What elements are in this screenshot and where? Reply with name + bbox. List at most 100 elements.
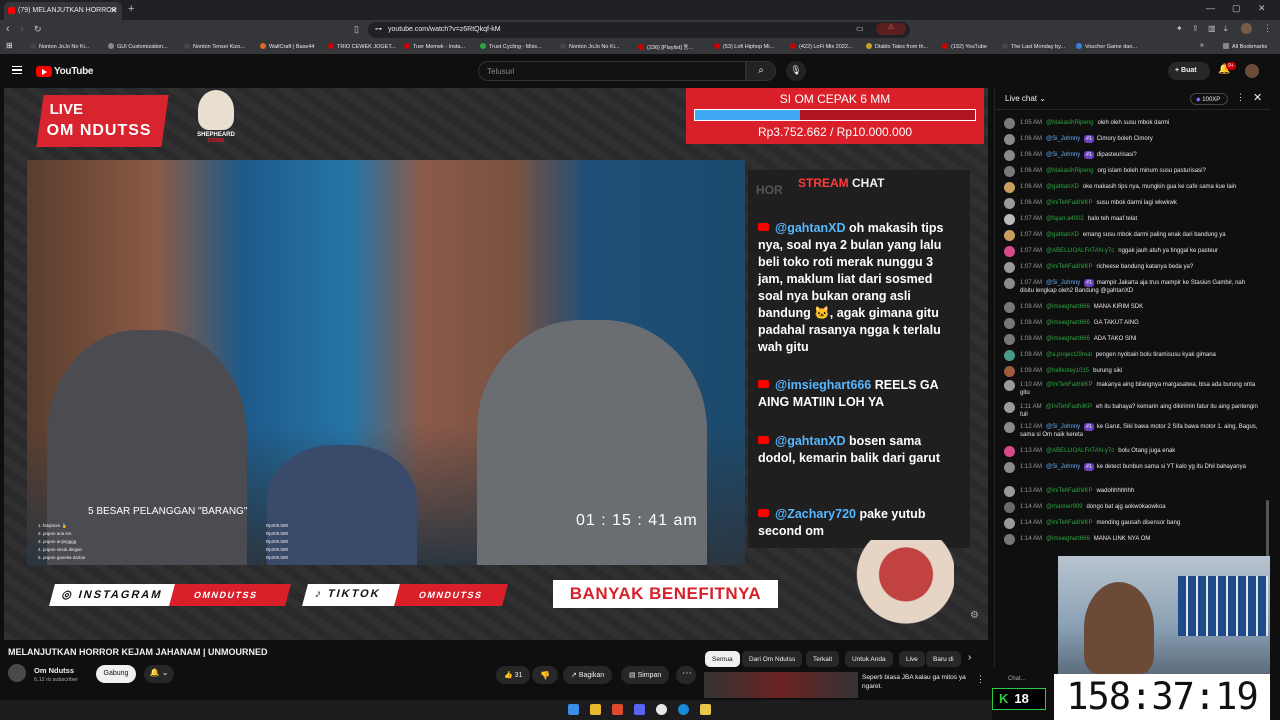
chat-avatar[interactable] [1004, 402, 1015, 413]
chat-username[interactable]: @IniTehFadhilKP [1046, 404, 1092, 410]
bookmark-item[interactable]: Nonton JoJo No Ki... [30, 43, 89, 50]
live-chat-mode-dropdown[interactable]: Live chat ⌄ [1005, 94, 1046, 103]
chat-avatar[interactable] [1004, 230, 1015, 241]
chat-avatar[interactable] [1004, 118, 1015, 129]
chat-username[interactable]: @ABELLIOALFATAN-y7c [1046, 448, 1114, 454]
chat-menu-icon[interactable]: ⋮ [1236, 92, 1245, 103]
chat-username[interactable]: @MakasihRipeng [1046, 120, 1093, 126]
more-actions-button[interactable]: ⋯ [676, 666, 696, 684]
channel-name[interactable]: Om Ndutss [34, 666, 74, 675]
bookmark-item[interactable]: (53) Lofi Hiphop Mi... [714, 43, 774, 50]
bookmark-item[interactable]: TRIO CEWEK JOGET... [328, 43, 396, 50]
bookmark-item[interactable]: Tuer Memek - Insta... [404, 43, 465, 50]
chat-username[interactable]: @Si_Johnny [1046, 424, 1080, 430]
chat-avatar[interactable] [1004, 486, 1015, 497]
bookmark-item[interactable]: GUI Customization... [108, 43, 168, 50]
brave-browser-icon[interactable] [612, 704, 623, 715]
browser-tab[interactable]: (79) MELANJUTKAN HORROR ✕ [4, 2, 122, 20]
file-explorer-icon[interactable] [590, 704, 601, 715]
back-icon[interactable]: ‹ [6, 23, 10, 35]
apps-icon[interactable]: ⊞ [6, 41, 13, 50]
bookmark-item[interactable]: Voucher Game dan... [1076, 43, 1137, 50]
dislike-button[interactable]: 👎 [532, 666, 558, 684]
chip-dari-om-ndutss[interactable]: Dari Om Ndutss [742, 651, 803, 667]
share-button[interactable]: ↗ Bagikan [563, 666, 613, 684]
forward-icon[interactable]: › [20, 23, 24, 35]
recommendation-thumbnail[interactable] [704, 672, 858, 698]
search-input[interactable]: Telusuri [478, 61, 746, 81]
chip-semua[interactable]: Semua [705, 651, 740, 667]
chip-live[interactable]: Live [899, 651, 925, 667]
chat-username[interactable]: @Si_Johnny [1046, 464, 1080, 470]
chat-close-icon[interactable]: ✕ [1253, 91, 1262, 104]
chip-terkait[interactable]: Terkait [806, 651, 840, 667]
save-button[interactable]: ▤ Simpan [621, 666, 670, 684]
obs-icon[interactable] [656, 704, 667, 715]
profile-icon[interactable] [1241, 23, 1252, 34]
windows-start-icon[interactable] [568, 704, 579, 715]
bookmark-item[interactable]: The Last Monday by... [1002, 43, 1065, 50]
chat-avatar[interactable] [1004, 366, 1015, 377]
extensions-icon[interactable]: ✦ [1176, 24, 1183, 33]
bookmark-item[interactable]: WallCraft | Base44 [260, 43, 315, 50]
bookmark-item[interactable]: (422) LoFi Mix 2022... [790, 43, 853, 50]
more-bookmarks-icon[interactable]: » [1200, 42, 1204, 49]
bookmark-item[interactable]: Nonton JoJo No Ki... [560, 43, 619, 50]
bookmark-item[interactable]: Trust Cycling - Miss... [480, 43, 542, 50]
xp-badge[interactable]: ◆ 100XP [1190, 93, 1228, 105]
chat-avatar[interactable] [1004, 278, 1015, 289]
chat-avatar[interactable] [1004, 166, 1015, 177]
chat-username[interactable]: @gahtanXD [1046, 184, 1079, 190]
bookmark-item[interactable]: Diablo Tales from th... [866, 43, 928, 50]
close-tab-icon[interactable]: ✕ [110, 6, 117, 15]
chat-username[interactable]: @Si_Johnny [1046, 280, 1080, 286]
bookmark-item[interactable]: Nonton Tensei Kizo... [184, 43, 245, 50]
chat-username[interactable]: @ABELLIOALFATAN-y7c [1046, 248, 1114, 254]
share-icon[interactable]: ⇪ [1192, 24, 1199, 33]
cast-icon[interactable]: ▭ [856, 24, 864, 33]
chat-avatar[interactable] [1004, 446, 1015, 457]
chat-avatar[interactable] [1004, 182, 1015, 193]
chat-username[interactable]: @IniTehFadhilKP [1046, 520, 1092, 526]
chat-avatar[interactable] [1004, 502, 1015, 513]
extension-warning-icon[interactable]: ⚠ [876, 23, 906, 35]
like-button[interactable]: 👍 31 [496, 666, 531, 684]
site-info-icon[interactable]: ⊶ [375, 25, 382, 33]
search-button[interactable]: ⌕ [746, 61, 776, 81]
chat-username[interactable]: @Si_Johnny [1046, 136, 1080, 142]
discord-icon[interactable] [634, 704, 645, 715]
chat-avatar[interactable] [1004, 422, 1015, 433]
chat-avatar[interactable] [1004, 318, 1015, 329]
chat-username[interactable]: @imsieghart666 [1046, 304, 1090, 310]
chat-username[interactable]: @a.project29real [1046, 352, 1092, 358]
chat-username[interactable]: @hellkotey1015 [1046, 368, 1089, 374]
chat-avatar[interactable] [1004, 350, 1015, 361]
maximize-icon[interactable]: ▢ [1232, 3, 1241, 14]
youtube-wordmark[interactable]: YouTube [54, 66, 94, 77]
join-button[interactable]: Gabung [96, 665, 136, 683]
chat-input[interactable]: Chat... [1008, 676, 1026, 682]
chat-username[interactable]: @imsieghart666 [1046, 320, 1090, 326]
voice-search-button[interactable]: 🎙 [786, 61, 806, 81]
chat-username[interactable]: @Si_Johnny [1046, 152, 1080, 158]
chat-username[interactable]: @gahtanXD [1046, 232, 1079, 238]
chat-avatar[interactable] [1004, 334, 1015, 345]
chat-avatar[interactable] [1004, 262, 1015, 273]
bookmark-page-icon[interactable]: ▯ [354, 24, 359, 35]
edge-icon[interactable] [678, 704, 689, 715]
player-settings-icon[interactable]: ⚙ [970, 610, 979, 621]
chat-avatar[interactable] [1004, 380, 1015, 391]
chat-username[interactable]: @imsieghart666 [1046, 536, 1090, 542]
chat-username[interactable]: @imsieghart666 [1046, 336, 1090, 342]
address-bar[interactable]: ⊶ youtube.com/watch?v=z6RtQkqf-kM [368, 22, 910, 38]
chat-username[interactable]: @fajarr.a4002 [1046, 216, 1084, 222]
chips-next-icon[interactable]: › [968, 652, 971, 663]
chat-username[interactable]: @IniTehFadhilKP [1046, 488, 1092, 494]
create-button[interactable]: + Buat [1168, 62, 1210, 80]
sidepanel-icon[interactable]: ▥ [1208, 24, 1216, 33]
new-tab-icon[interactable]: + [128, 3, 134, 15]
chat-avatar[interactable] [1004, 134, 1015, 145]
bookmark-item[interactable]: (236) [Playlist] 동... [638, 43, 693, 51]
subscription-bell-button[interactable]: 🔔 ⌄ [144, 665, 174, 683]
chat-avatar[interactable] [1004, 150, 1015, 161]
